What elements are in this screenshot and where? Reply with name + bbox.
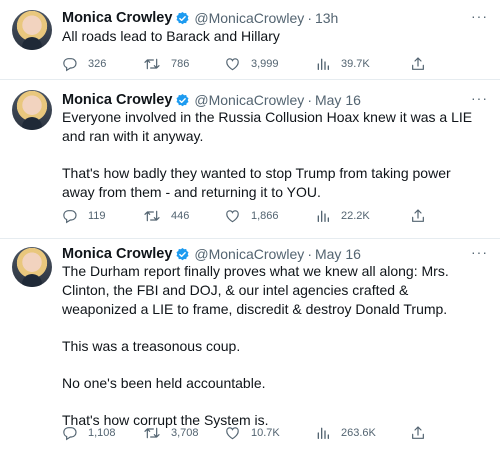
tweet-text: Everyone involved in the Russia Collusio… [62, 108, 476, 202]
tweet-header: Monica Crowley @MonicaCrowley · May 16 [62, 244, 361, 264]
reply-button[interactable]: 326 [62, 56, 143, 72]
avatar[interactable] [12, 90, 52, 130]
share-icon [410, 425, 426, 441]
avatar[interactable] [12, 10, 52, 50]
reply-count: 119 [88, 210, 106, 222]
more-icon[interactable]: ··· [471, 8, 488, 24]
views-button[interactable]: 39.7K [315, 56, 410, 72]
tweet-header: Monica Crowley @MonicaCrowley · 13h [62, 8, 338, 28]
author-handle[interactable]: @MonicaCrowley [194, 246, 304, 262]
tweet-timestamp[interactable]: May 16 [315, 92, 361, 108]
like-icon [224, 56, 241, 72]
retweet-button[interactable]: 3,708 [143, 425, 224, 441]
verified-badge-icon [175, 11, 190, 26]
tweet-paragraph: No one's been held accountable. [62, 375, 266, 391]
like-button[interactable]: 10.7K [224, 425, 315, 441]
retweet-button[interactable]: 786 [143, 56, 224, 72]
tweet-header: Monica Crowley @MonicaCrowley · May 16 [62, 90, 361, 110]
author-name[interactable]: Monica Crowley [62, 10, 172, 26]
retweet-button[interactable]: 446 [143, 208, 224, 224]
like-count: 1,866 [251, 210, 279, 222]
retweet-icon [143, 56, 161, 72]
tweet-2[interactable]: Monica Crowley @MonicaCrowley · May 16 ·… [0, 80, 500, 239]
retweet-count: 786 [171, 58, 190, 70]
separator-dot: · [307, 92, 312, 108]
reply-icon [62, 56, 78, 72]
tweet-paragraph: Everyone involved in the Russia Collusio… [62, 109, 473, 144]
views-icon [315, 56, 331, 72]
share-button[interactable] [410, 425, 432, 441]
like-count: 3,999 [251, 58, 279, 70]
like-count: 10.7K [251, 427, 280, 439]
author-name[interactable]: Monica Crowley [62, 246, 172, 262]
tweet-paragraph: The Durham report finally proves what we… [62, 263, 449, 317]
retweet-icon [143, 425, 161, 441]
tweet-text: All roads lead to Barack and Hillary [62, 27, 476, 46]
views-icon [315, 425, 331, 441]
tweet-1[interactable]: Monica Crowley @MonicaCrowley · 13h ··· … [0, 0, 500, 80]
tweet-actions: 326 786 3,999 39.7K [62, 55, 432, 73]
timeline-feed: Monica Crowley @MonicaCrowley · 13h ··· … [0, 0, 500, 451]
views-count: 22.2K [341, 210, 370, 222]
author-handle[interactable]: @MonicaCrowley [194, 10, 304, 26]
separator-dot: · [307, 10, 312, 26]
like-button[interactable]: 3,999 [224, 56, 315, 72]
views-icon [315, 208, 331, 224]
tweet-text: The Durham report finally proves what we… [62, 262, 476, 430]
views-button[interactable]: 22.2K [315, 208, 410, 224]
reply-icon [62, 425, 78, 441]
author-name[interactable]: Monica Crowley [62, 92, 172, 108]
reply-button[interactable]: 1,108 [62, 425, 143, 441]
retweet-count: 446 [171, 210, 190, 222]
tweet-timestamp[interactable]: 13h [315, 10, 338, 26]
like-button[interactable]: 1,866 [224, 208, 315, 224]
retweet-icon [143, 208, 161, 224]
like-icon [224, 425, 241, 441]
like-icon [224, 208, 241, 224]
views-count: 263.6K [341, 427, 376, 439]
reply-count: 1,108 [88, 427, 116, 439]
separator-dot: · [307, 246, 312, 262]
views-button[interactable]: 263.6K [315, 425, 410, 441]
share-icon [410, 208, 426, 224]
author-handle[interactable]: @MonicaCrowley [194, 92, 304, 108]
avatar[interactable] [12, 247, 52, 287]
tweet-timestamp[interactable]: May 16 [315, 246, 361, 262]
more-icon[interactable]: ··· [471, 244, 488, 260]
views-count: 39.7K [341, 58, 370, 70]
retweet-count: 3,708 [171, 427, 199, 439]
share-button[interactable] [410, 208, 432, 224]
reply-icon [62, 208, 78, 224]
reply-count: 326 [88, 58, 107, 70]
more-icon[interactable]: ··· [471, 90, 488, 106]
verified-badge-icon [175, 247, 190, 262]
tweet-actions: 1,108 3,708 10.7K 263.6K [62, 424, 432, 442]
share-button[interactable] [410, 56, 432, 72]
tweet-paragraph: That's how badly they wanted to stop Tru… [62, 165, 451, 200]
tweet-3[interactable]: Monica Crowley @MonicaCrowley · May 16 ·… [0, 239, 500, 451]
share-icon [410, 56, 426, 72]
tweet-actions: 119 446 1,866 22.2K [62, 207, 432, 225]
reply-button[interactable]: 119 [62, 208, 143, 224]
tweet-paragraph: All roads lead to Barack and Hillary [62, 28, 280, 44]
verified-badge-icon [175, 93, 190, 108]
tweet-paragraph: This was a treasonous coup. [62, 338, 241, 354]
